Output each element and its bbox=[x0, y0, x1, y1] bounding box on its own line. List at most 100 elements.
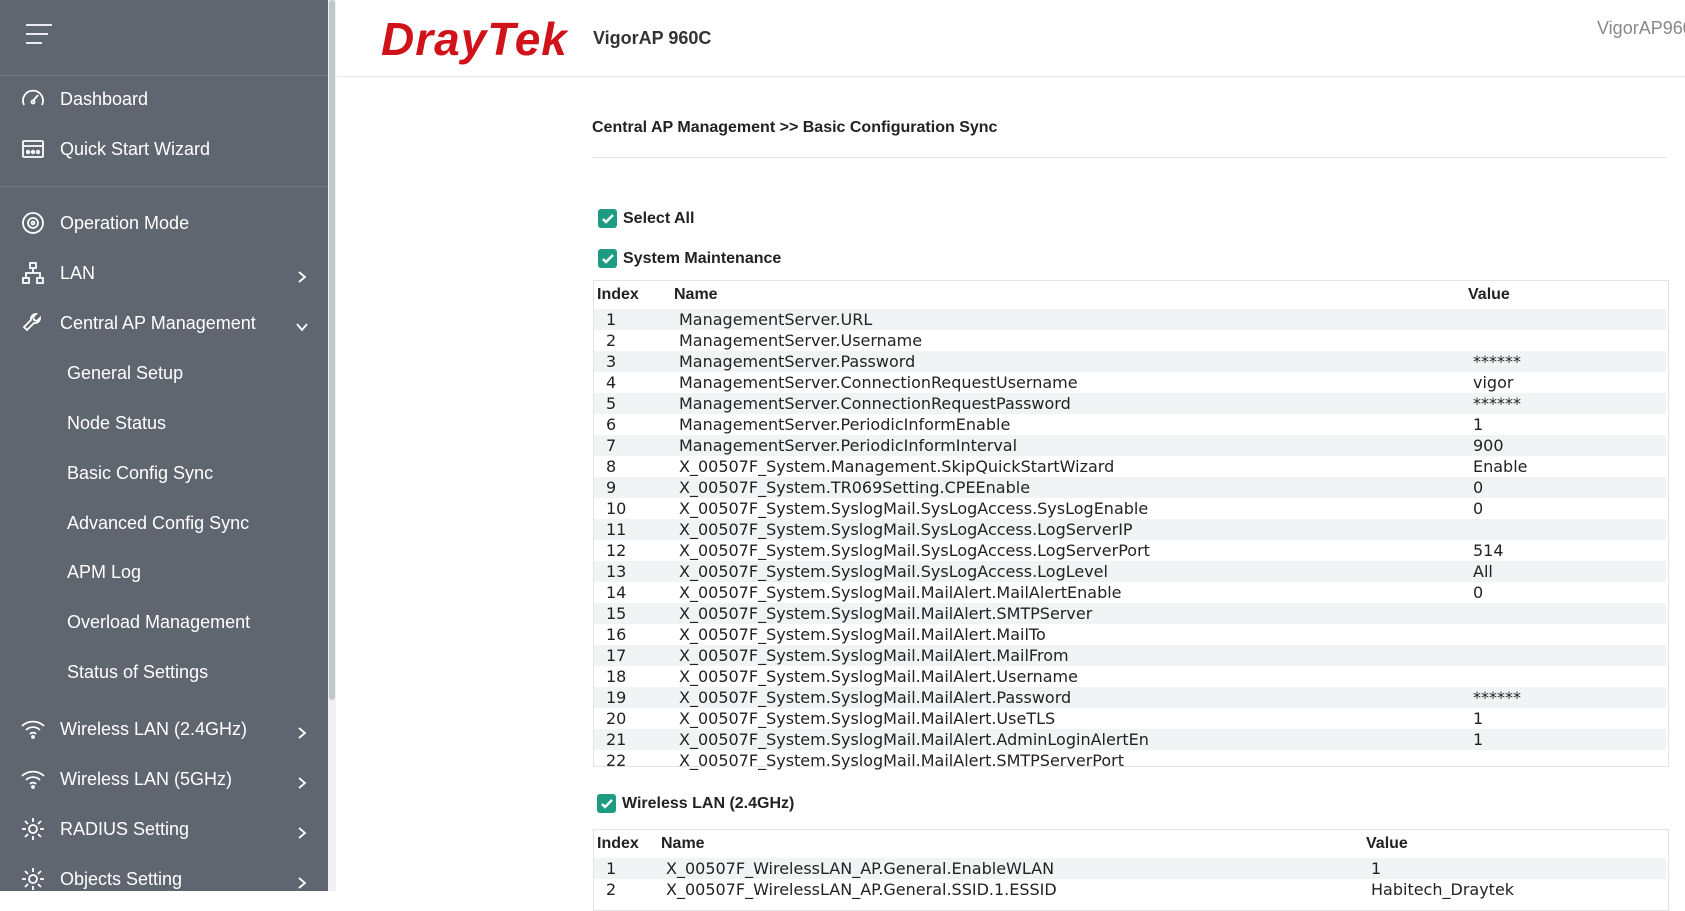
sidebar-subitem-status-of-settings[interactable]: Status of Settings bbox=[0, 649, 330, 695]
table-row: 4 ManagementServer.ConnectionRequestUsern… bbox=[594, 372, 1666, 393]
row-index: 4 bbox=[606, 373, 617, 392]
row-name: ManagementServer.ConnectionRequestUserna… bbox=[679, 373, 1078, 392]
sidebar-subitem-general-setup[interactable]: General Setup bbox=[0, 350, 330, 396]
sidebar-item-label: Objects Setting bbox=[60, 868, 183, 889]
sidebar-item-label: Wireless LAN (5GHz) bbox=[60, 768, 233, 789]
row-value: ****** bbox=[1465, 687, 1666, 708]
sidebar-item-label: Central AP Management bbox=[60, 312, 256, 333]
table-row: 3 ManagementServer.Password ****** bbox=[594, 351, 1666, 372]
table-row: 17 X_00507F_System.SyslogMail.MailAlert.M… bbox=[594, 645, 1666, 666]
row-value bbox=[1465, 645, 1666, 666]
row-value bbox=[1465, 603, 1666, 624]
sidebar-item-quick-start-wizard[interactable]: Quick Start Wizard bbox=[0, 126, 330, 172]
row-value: 0 bbox=[1473, 583, 1484, 602]
table-row: 2 X_00507F_WirelessLAN_AP.General.SSID.1.… bbox=[594, 879, 1666, 900]
row-index: 9 bbox=[594, 477, 671, 498]
sidebar-item-dashboard[interactable]: Dashboard bbox=[0, 76, 330, 122]
top-header: DrayTek VigorAP 960C VigorAP960 bbox=[337, 0, 1685, 77]
system-maintenance-checkbox[interactable]: System Maintenance bbox=[598, 249, 781, 268]
wireless-lan-24-checkbox[interactable]: Wireless LAN (2.4GHz) bbox=[597, 794, 794, 813]
table-row: 18 X_00507F_System.SyslogMail.MailAlert.U… bbox=[594, 666, 1666, 687]
column-header-value: Value bbox=[1468, 286, 1510, 303]
sidebar-subitem-advanced-config-sync[interactable]: Advanced Config Sync bbox=[0, 500, 330, 546]
table-row: 9 X_00507F_System.TR069Setting.CPEEnable 0 bbox=[594, 477, 1666, 498]
column-header-name: Name bbox=[661, 835, 705, 852]
table-row: 16 X_00507F_System.SyslogMail.MailAlert.M… bbox=[594, 624, 1666, 645]
row-value: All bbox=[1465, 561, 1666, 582]
row-name: X_00507F_System.SyslogMail.MailAlert.SMT… bbox=[679, 751, 1124, 770]
row-index: 10 bbox=[606, 499, 627, 518]
table-row: 2 ManagementServer.Username bbox=[594, 330, 1666, 351]
sidebar-subitem-overload-management[interactable]: Overload Management bbox=[0, 599, 330, 645]
sidebar-subitem-apm-log[interactable]: APM Log bbox=[0, 549, 330, 595]
row-index: 6 bbox=[606, 415, 617, 434]
row-index: 16 bbox=[606, 625, 627, 644]
row-name: ManagementServer.Username bbox=[679, 331, 923, 350]
row-value: 1 bbox=[1465, 729, 1666, 750]
chevron-right-icon bbox=[296, 873, 308, 889]
chevron-right-icon bbox=[296, 723, 308, 739]
chevron-down-icon bbox=[296, 317, 308, 332]
sidebar-item-operation-mode[interactable]: Operation Mode bbox=[0, 200, 330, 246]
row-value bbox=[1465, 330, 1666, 351]
sidebar-item-wireless-lan-24[interactable]: Wireless LAN (2.4GHz) bbox=[0, 706, 330, 752]
breadcrumb-divider bbox=[592, 157, 1667, 158]
menu-toggle-icon[interactable] bbox=[26, 24, 52, 48]
sidebar: Dashboard Quick Start Wizard Operation M… bbox=[0, 0, 330, 891]
row-index: 7 bbox=[594, 435, 671, 456]
row-name: X_00507F_System.SyslogMail.MailAlert.Mai… bbox=[679, 625, 1046, 644]
row-value: vigor bbox=[1473, 373, 1514, 392]
row-value: 0 bbox=[1473, 499, 1484, 518]
sidebar-item-label: Dashboard bbox=[60, 88, 149, 109]
sidebar-item-radius-setting[interactable]: RADIUS Setting bbox=[0, 806, 330, 852]
breadcrumb: Central AP Management >> Basic Configura… bbox=[592, 119, 998, 136]
checkbox-checked-icon bbox=[598, 249, 617, 268]
table-row: 1 X_00507F_WirelessLAN_AP.General.EnableW… bbox=[594, 858, 1666, 879]
row-index: 11 bbox=[594, 519, 671, 540]
draytek-logo: DrayTek bbox=[381, 13, 568, 65]
row-value: 0 bbox=[1465, 477, 1666, 498]
sidebar-item-wireless-lan-5[interactable]: Wireless LAN (5GHz) bbox=[0, 756, 330, 802]
section-title: System Maintenance bbox=[623, 249, 782, 267]
row-index: 2 bbox=[606, 880, 617, 899]
section-title: Wireless LAN (2.4GHz) bbox=[622, 794, 795, 812]
row-value: 900 bbox=[1465, 435, 1666, 456]
sidebar-item-objects-setting[interactable]: Objects Setting bbox=[0, 856, 330, 891]
sidebar-item-label: Quick Start Wizard bbox=[60, 138, 211, 159]
row-index: 12 bbox=[606, 541, 627, 560]
row-name: ManagementServer.ConnectionRequestPasswo… bbox=[671, 393, 1465, 414]
checkbox-checked-icon bbox=[597, 794, 616, 813]
gear-icon bbox=[18, 814, 48, 844]
row-name: X_00507F_System.SyslogMail.MailAlert.Pas… bbox=[671, 687, 1465, 708]
select-all-label: Select All bbox=[623, 209, 695, 227]
mode-icon bbox=[18, 208, 48, 238]
wizard-icon bbox=[18, 134, 48, 164]
row-value bbox=[1465, 624, 1666, 645]
select-all-checkbox[interactable]: Select All bbox=[598, 209, 694, 228]
row-name: ManagementServer.Password bbox=[671, 351, 1465, 372]
row-index: 8 bbox=[606, 457, 617, 476]
table-row: 15 X_00507F_System.SyslogMail.MailAlert.S… bbox=[594, 603, 1666, 624]
table-row: 14 X_00507F_System.SyslogMail.MailAlert.M… bbox=[594, 582, 1666, 603]
sidebar-item-lan[interactable]: LAN bbox=[0, 250, 330, 296]
sidebar-subitem-node-status[interactable]: Node Status bbox=[0, 400, 330, 446]
row-value: ****** bbox=[1465, 351, 1666, 372]
row-value bbox=[1465, 750, 1666, 771]
row-index: 20 bbox=[606, 709, 627, 728]
wifi-icon bbox=[18, 714, 48, 744]
column-header-value: Value bbox=[1366, 835, 1408, 852]
row-value bbox=[1465, 666, 1666, 687]
row-index: 1 bbox=[594, 309, 671, 330]
row-name: X_00507F_System.SyslogMail.SysLogAccess.… bbox=[671, 561, 1465, 582]
column-header-index: Index bbox=[597, 286, 639, 303]
sidebar-item-label: Wireless LAN (2.4GHz) bbox=[60, 718, 248, 739]
sidebar-item-central-ap-management[interactable]: Central AP Management bbox=[0, 300, 330, 346]
sidebar-item-label: LAN bbox=[60, 262, 96, 283]
row-index: 17 bbox=[594, 645, 671, 666]
row-value: Enable bbox=[1473, 457, 1528, 476]
model-name: VigorAP 960C bbox=[593, 28, 712, 48]
table-row: 22 X_00507F_System.SyslogMail.MailAlert.S… bbox=[594, 750, 1666, 771]
row-value: 1 bbox=[1473, 709, 1484, 728]
sidebar-scrollbar-thumb[interactable] bbox=[329, 0, 335, 700]
sidebar-subitem-basic-config-sync[interactable]: Basic Config Sync bbox=[0, 450, 330, 496]
